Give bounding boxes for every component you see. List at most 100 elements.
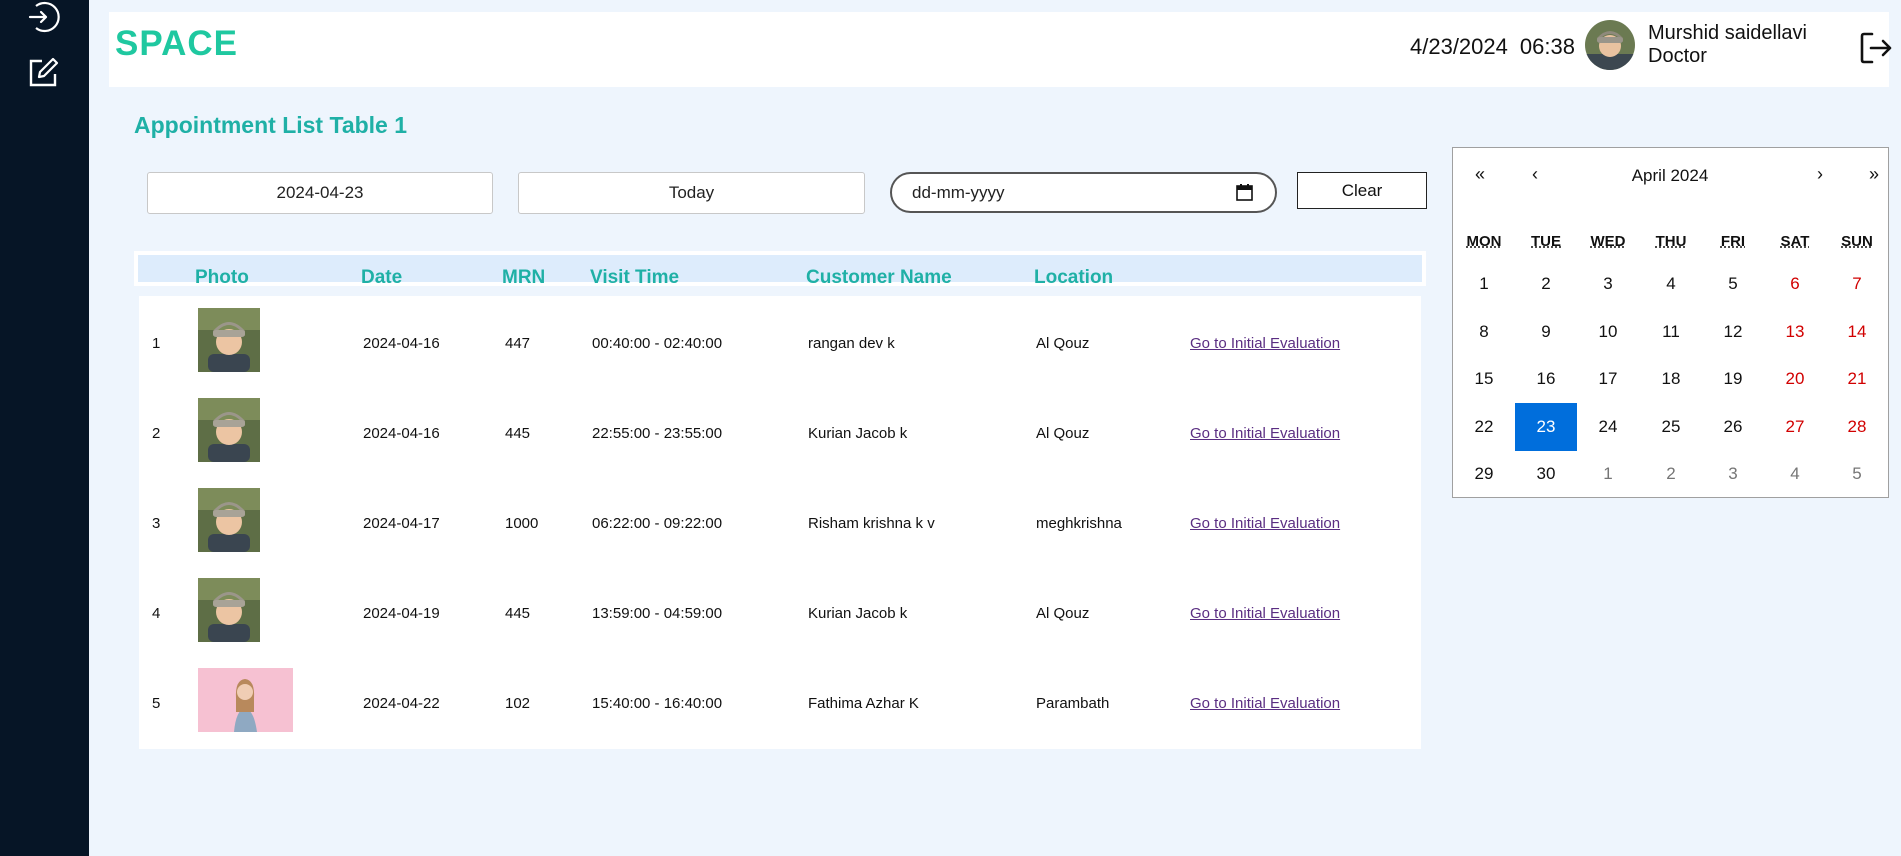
table-row: 3 2024-04-17 1000 06:22:00 - 09:22:00 Ri… [139,476,1421,566]
top-bar: SPACE 4/23/2024 06:38 Murshid saidellavi … [109,12,1892,87]
row-mrn: 445 [505,605,531,622]
calendar-day-next-month[interactable]: 1 [1577,450,1639,498]
user-name: Murshid saidellavi [1648,22,1807,44]
col-location: Location [1034,267,1114,288]
calendar-day[interactable]: 24 [1577,403,1639,451]
clear-button[interactable]: Clear [1297,172,1427,209]
edit-icon[interactable] [26,56,60,90]
table-row: 1 2024-04-16 447 00:40:00 - 02:40:00 ran… [139,296,1421,386]
row-number: 1 [152,335,161,352]
calendar-icon[interactable] [1236,184,1253,201]
space-logo: SPACE [115,28,238,58]
calendar-day[interactable]: 5 [1702,260,1764,308]
row-date: 2024-04-19 [363,605,440,622]
calendar-day[interactable]: 27 [1764,403,1826,451]
calendar-day-next-month[interactable]: 4 [1764,450,1826,498]
calendar-day-next-month[interactable]: 5 [1826,450,1888,498]
calendar-day[interactable]: 12 [1702,308,1764,356]
calendar-day[interactable]: 13 [1764,308,1826,356]
current-datetime: 4/23/2024 06:38 [1410,34,1575,60]
calendar-day[interactable]: 8 [1453,308,1515,356]
calendar-day[interactable]: 14 [1826,308,1888,356]
row-visit-time: 15:40:00 - 16:40:00 [592,695,723,712]
calendar-day-selected[interactable]: 23 [1515,403,1577,451]
calendar-day[interactable]: 11 [1640,308,1702,356]
calendar-day[interactable]: 19 [1702,355,1764,403]
row-number: 5 [152,695,161,712]
initial-evaluation-link[interactable]: Go to Initial Evaluation [1190,695,1340,712]
weekday-thu: THU [1655,233,1687,250]
calendar-day[interactable]: 18 [1640,355,1702,403]
col-mrn: MRN [502,267,546,288]
user-avatar[interactable] [1585,20,1635,70]
date-placeholder: dd-mm-yyyy [912,183,1005,202]
calendar-day[interactable]: 25 [1640,403,1702,451]
patient-photo [198,578,260,642]
row-number: 2 [152,425,161,442]
row-location: Al Qouz [1036,605,1090,622]
col-date: Date [361,267,403,288]
calendar-day[interactable]: 26 [1702,403,1764,451]
prev-month-button[interactable]: ‹ [1520,164,1550,185]
weekday-tue: TUE [1531,233,1561,250]
calendar-day[interactable]: 20 [1764,355,1826,403]
weekday-sat: SAT [1780,233,1810,250]
calendar-day[interactable]: 6 [1764,260,1826,308]
calendar-day[interactable]: 29 [1453,450,1515,498]
current-date: 4/23/2024 [1410,34,1508,59]
user-role: Doctor [1648,45,1707,67]
row-location: Parambath [1036,695,1110,712]
row-visit-time: 06:22:00 - 09:22:00 [592,515,723,532]
calendar-day[interactable]: 17 [1577,355,1639,403]
calendar-day[interactable]: 30 [1515,450,1577,498]
row-date: 2024-04-22 [363,695,440,712]
calendar-day[interactable]: 22 [1453,403,1515,451]
initial-evaluation-link[interactable]: Go to Initial Evaluation [1190,335,1340,352]
col-visit-time: Visit Time [590,267,680,288]
row-date: 2024-04-17 [363,515,440,532]
login-icon[interactable] [26,0,60,34]
row-mrn: 102 [505,695,531,712]
calendar-day[interactable]: 4 [1640,260,1702,308]
calendar-day[interactable]: 3 [1577,260,1639,308]
next-year-button[interactable]: » [1859,164,1889,185]
patient-photo [198,398,260,462]
calendar-day[interactable]: 10 [1577,308,1639,356]
row-customer-name: Kurian Jacob k [808,605,908,622]
calendar-day[interactable]: 1 [1453,260,1515,308]
calendar-day[interactable]: 28 [1826,403,1888,451]
weekday-sun: SUN [1841,233,1873,250]
today-field[interactable]: Today [518,172,865,214]
calendar-day[interactable]: 16 [1515,355,1577,403]
calendar-day[interactable]: 21 [1826,355,1888,403]
row-mrn: 1000 [505,515,539,532]
next-month-button[interactable]: › [1805,164,1835,185]
calendar-day[interactable]: 2 [1515,260,1577,308]
initial-evaluation-link[interactable]: Go to Initial Evaluation [1190,515,1340,532]
row-visit-time: 22:55:00 - 23:55:00 [592,425,723,442]
calendar-day-next-month[interactable]: 2 [1640,450,1702,498]
row-mrn: 445 [505,425,531,442]
logout-icon[interactable] [1858,30,1894,66]
table-header: Photo Date MRN Visit Time Customer Name … [134,251,1426,288]
row-visit-time: 00:40:00 - 02:40:00 [592,335,723,352]
date-field[interactable]: 2024-04-23 [147,172,493,214]
table-row: 5 2024-04-22 102 15:40:00 - 16:40:00 Fat… [139,656,1421,746]
page-title: Appointment List Table 1 [134,112,408,138]
calendar-day-next-month[interactable]: 3 [1702,450,1764,498]
calendar-day[interactable]: 9 [1515,308,1577,356]
calendar-day[interactable]: 7 [1826,260,1888,308]
patient-photo [198,668,293,732]
patient-photo [198,488,260,552]
row-date: 2024-04-16 [363,425,440,442]
row-location: meghkrishna [1036,515,1122,532]
prev-year-button[interactable]: « [1465,164,1495,185]
calendar-day[interactable]: 15 [1453,355,1515,403]
row-customer-name: rangan dev k [808,335,895,352]
calendar-month-label[interactable]: April 2024 [1603,166,1737,186]
initial-evaluation-link[interactable]: Go to Initial Evaluation [1190,605,1340,622]
weekday-mon: MON [1466,233,1502,250]
date-picker-input[interactable]: dd-mm-yyyy [890,172,1277,213]
initial-evaluation-link[interactable]: Go to Initial Evaluation [1190,425,1340,442]
svg-text:SPACE: SPACE [115,28,238,58]
